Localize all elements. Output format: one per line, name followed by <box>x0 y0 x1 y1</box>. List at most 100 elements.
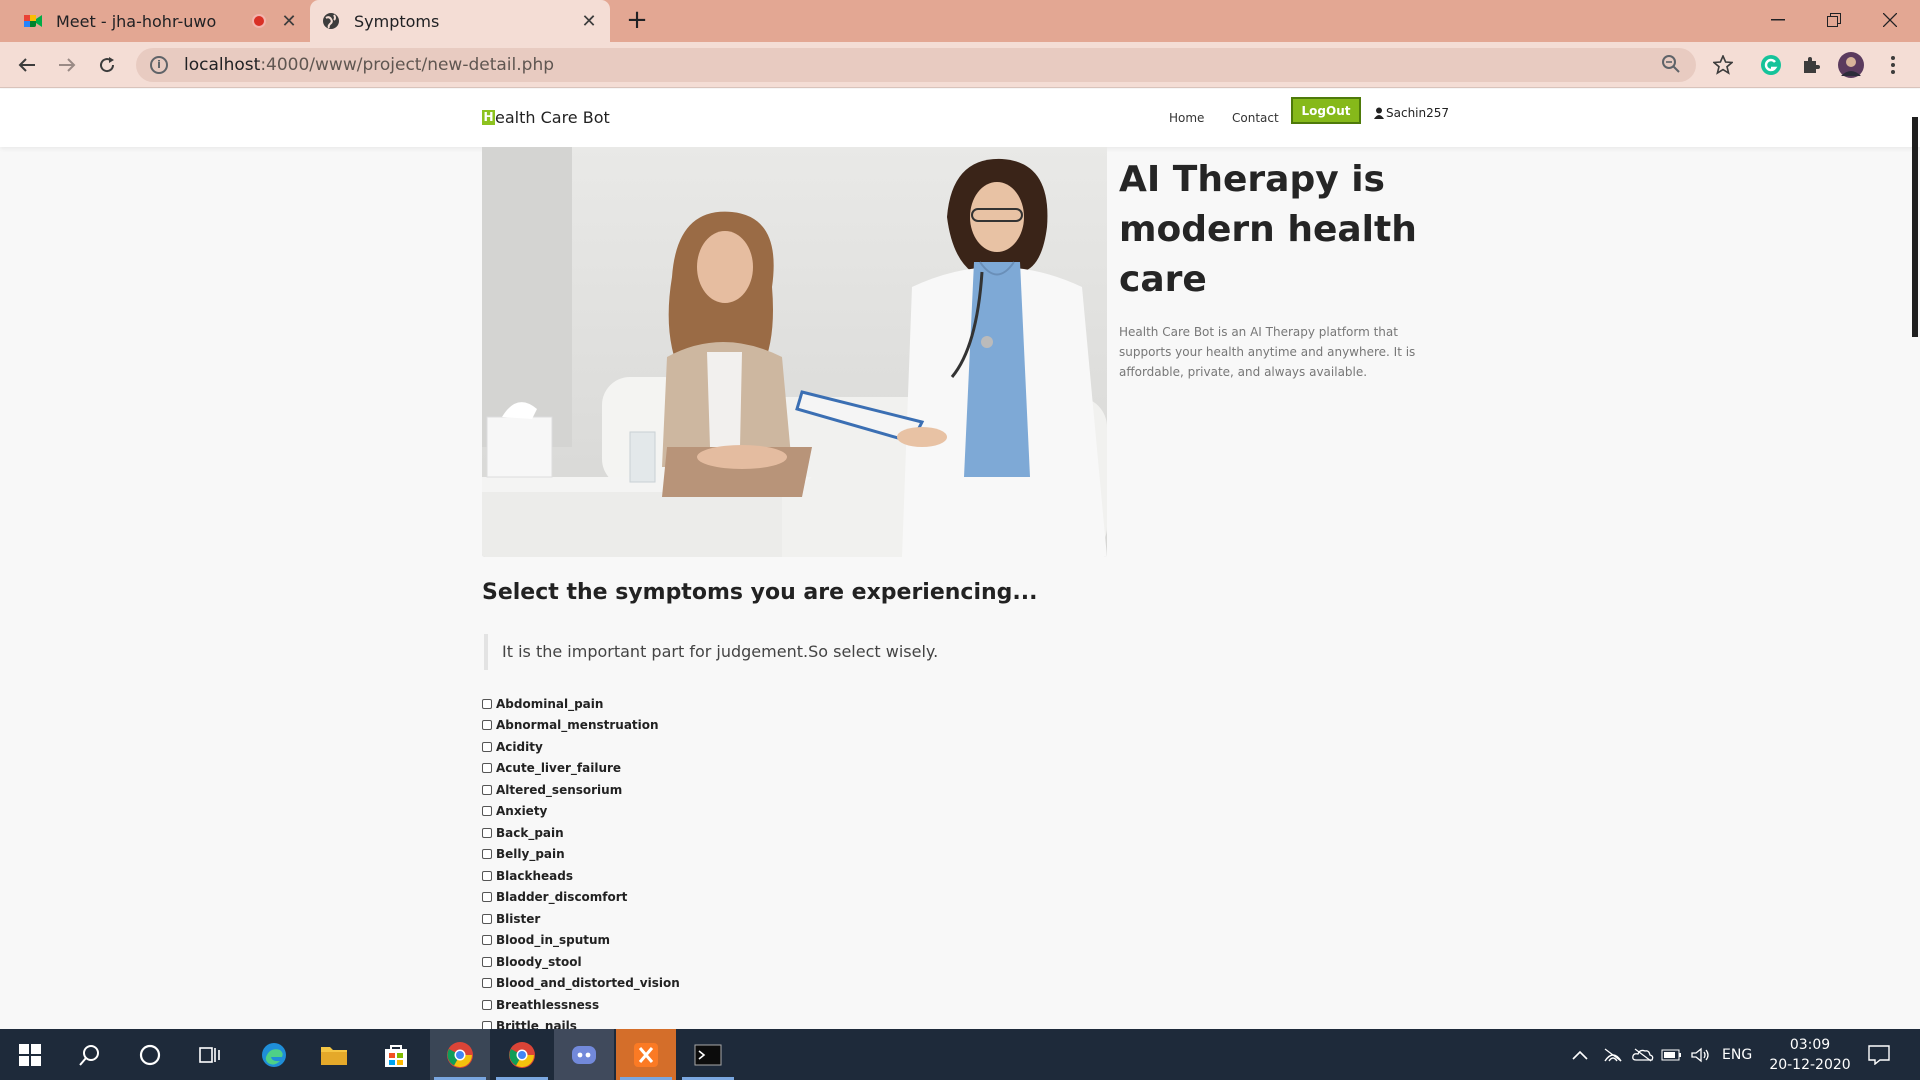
terminal-icon <box>694 1044 722 1065</box>
symptom-option[interactable]: Acidity <box>482 736 680 758</box>
restore-button[interactable] <box>1804 0 1864 40</box>
zoom-icon[interactable] <box>1660 54 1682 76</box>
symptom-checkbox[interactable] <box>482 892 492 903</box>
system-clock[interactable]: 03:09 20-12-2020 <box>1760 1035 1860 1075</box>
symptom-checkbox[interactable] <box>482 935 492 946</box>
hero-description: Health Care Bot is an AI Therapy platfor… <box>1119 325 1416 379</box>
symptom-option[interactable]: Altered_sensorium <box>482 779 680 801</box>
site-info-icon[interactable]: i <box>150 56 168 74</box>
folder-icon <box>321 1046 347 1065</box>
brand-name: ealth Care Bot <box>495 108 610 127</box>
symptom-label: Breathlessness <box>496 997 600 1012</box>
chrome-profile-taskbar-app[interactable] <box>492 1029 552 1080</box>
nav-home-link[interactable]: Home <box>1169 111 1204 125</box>
symptom-option[interactable]: Back_pain <box>482 822 680 844</box>
edge-taskbar-app[interactable] <box>244 1029 304 1080</box>
tab-title: Symptoms <box>354 11 440 31</box>
cortana-button[interactable] <box>120 1029 180 1080</box>
symptom-option[interactable]: Blister <box>482 908 680 930</box>
symptom-checkbox[interactable] <box>482 956 492 967</box>
xampp-icon <box>634 1042 658 1067</box>
symptom-label: Abdominal_pain <box>496 696 604 711</box>
extensions-puzzle-icon[interactable] <box>1798 52 1824 78</box>
symptom-option[interactable]: Blood_and_distorted_vision <box>482 973 680 995</box>
symptom-option[interactable]: Abnormal_menstruation <box>482 715 680 737</box>
nav-contact-link[interactable]: Contact <box>1232 111 1279 125</box>
show-hidden-icons-button[interactable] <box>1572 1029 1588 1080</box>
symptom-checkbox[interactable] <box>482 698 492 709</box>
site-logo[interactable]: H ealth Care Bot <box>482 108 610 127</box>
symptom-option[interactable]: Blood_in_sputum <box>482 930 680 952</box>
close-tab-icon[interactable]: ✕ <box>580 11 598 32</box>
symptom-checkbox[interactable] <box>482 720 492 731</box>
task-view-button[interactable] <box>180 1029 240 1080</box>
reload-button[interactable] <box>92 50 122 80</box>
symptom-checkbox[interactable] <box>482 827 492 838</box>
search-icon <box>79 1044 99 1066</box>
symptom-option[interactable]: Anxiety <box>482 801 680 823</box>
chevron-up-icon <box>1572 1050 1588 1060</box>
clock-date: 20-12-2020 <box>1769 1057 1851 1073</box>
chrome-taskbar-app-active[interactable] <box>430 1029 490 1080</box>
symptom-checkbox[interactable] <box>482 870 492 881</box>
back-button[interactable] <box>12 50 42 80</box>
symptom-checklist: Abdominal_pain Abnormal_menstruation Acidi… <box>482 693 680 1037</box>
logout-button[interactable]: LogOut <box>1291 97 1361 124</box>
store-taskbar-app[interactable] <box>366 1029 426 1080</box>
file-explorer-taskbar-app[interactable] <box>304 1029 364 1080</box>
symptom-checkbox[interactable] <box>482 806 492 817</box>
grammarly-extension-icon[interactable] <box>1758 52 1784 78</box>
volume-icon[interactable] <box>1690 1029 1710 1080</box>
url-text: localhost:4000/www/project/new-detail.ph… <box>184 55 554 75</box>
symptom-option[interactable]: Abdominal_pain <box>482 693 680 715</box>
task-view-icon <box>199 1046 220 1063</box>
xampp-taskbar-app[interactable] <box>616 1029 676 1080</box>
minimize-button[interactable] <box>1748 0 1808 40</box>
start-button[interactable] <box>0 1029 60 1080</box>
address-bar[interactable]: i localhost:4000/www/project/new-detail.… <box>136 48 1696 82</box>
symptom-checkbox[interactable] <box>482 913 492 924</box>
username: Sachin257 <box>1386 106 1450 120</box>
tab-title: Meet - jha-hohr-uwo <box>56 11 217 31</box>
symptom-option[interactable]: Blackheads <box>482 865 680 887</box>
symptom-checkbox[interactable] <box>482 784 492 795</box>
terminal-taskbar-app[interactable] <box>678 1029 738 1080</box>
symptom-option[interactable]: Breathlessness <box>482 994 680 1016</box>
page-scrollbar[interactable] <box>1912 117 1918 337</box>
search-button[interactable] <box>60 1029 120 1080</box>
profile-avatar[interactable] <box>1838 52 1864 78</box>
forward-arrow-icon <box>59 58 76 72</box>
symptom-option[interactable]: Bladder_discomfort <box>482 887 680 909</box>
symptom-checkbox[interactable] <box>482 999 492 1010</box>
new-tab-button[interactable]: + <box>622 6 652 36</box>
back-arrow-icon <box>18 58 35 72</box>
symptom-option[interactable]: Acute_liver_failure <box>482 758 680 780</box>
user-account-link[interactable]: Sachin257 <box>1374 106 1449 120</box>
tab-symptoms[interactable]: Symptoms ✕ <box>310 0 610 42</box>
battery-icon[interactable] <box>1661 1029 1683 1080</box>
symptom-option[interactable]: Bloody_stool <box>482 951 680 973</box>
browser-menu-button[interactable] <box>1880 52 1906 78</box>
google-meet-icon <box>24 12 42 30</box>
symptom-option[interactable]: Belly_pain <box>482 844 680 866</box>
forward-button[interactable] <box>52 50 82 80</box>
symptom-checkbox[interactable] <box>482 763 492 774</box>
close-window-button[interactable] <box>1860 0 1920 40</box>
tab-meet[interactable]: Meet - jha-hohr-uwo ✕ <box>12 0 310 42</box>
input-language-indicator[interactable]: ENG <box>1722 1029 1752 1080</box>
symptom-label: Altered_sensorium <box>496 782 623 797</box>
action-center-button[interactable] <box>1868 1029 1890 1080</box>
discord-icon <box>572 1045 596 1064</box>
globe-icon <box>322 12 340 30</box>
discord-taskbar-app[interactable] <box>554 1029 614 1080</box>
symptom-label: Blood_in_sputum <box>496 933 611 948</box>
symptom-label: Belly_pain <box>496 847 565 862</box>
bookmark-star-icon[interactable] <box>1710 52 1736 78</box>
network-icon[interactable] <box>1603 1029 1623 1080</box>
chrome-icon <box>447 1041 473 1068</box>
onedrive-icon[interactable] <box>1632 1029 1654 1080</box>
symptom-checkbox[interactable] <box>482 849 492 860</box>
symptom-checkbox[interactable] <box>482 741 492 752</box>
close-tab-icon[interactable]: ✕ <box>280 11 298 32</box>
symptom-checkbox[interactable] <box>482 978 492 989</box>
